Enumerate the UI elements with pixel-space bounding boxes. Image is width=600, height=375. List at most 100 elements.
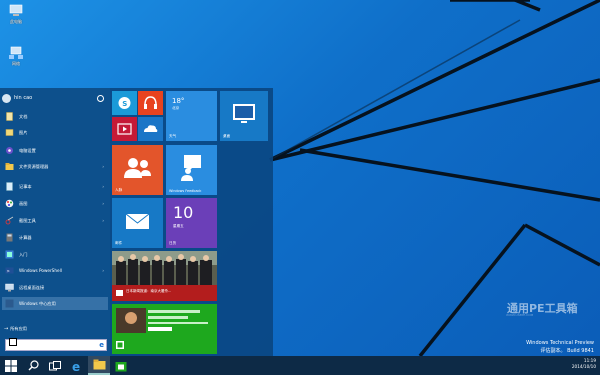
menu-item-file-explorer[interactable]: 文件资源管理器 › — [2, 160, 108, 173]
people-tile[interactable]: 人脉 — [112, 145, 163, 195]
menu-item-label: 记事本 — [19, 183, 32, 189]
search-button[interactable] — [22, 356, 44, 375]
clock-date: 2014/10/10 — [571, 364, 596, 369]
desktop-icon-computer[interactable]: 此电脑 — [2, 4, 30, 24]
cloud-icon — [144, 125, 158, 132]
taskbar: e 11:19 2014/10/10 — [0, 356, 600, 375]
store-taskbar-button[interactable] — [110, 356, 132, 375]
start-menu-left-pane: hin cao 文档 图片 电脑设置 文件资源管理器 › 记事本 › 画图 › … — [0, 88, 110, 356]
documents-icon — [6, 112, 13, 121]
user-name: hin cao — [14, 95, 33, 101]
folder-icon — [93, 359, 105, 370]
weather-temperature: 18° — [172, 97, 185, 105]
tile-label: 人脉 — [115, 188, 123, 192]
remote-desktop-icon — [5, 283, 14, 292]
weather-city: 北京 — [172, 106, 180, 110]
arrow-right-icon: → — [4, 326, 9, 332]
svg-text:>: > — [7, 269, 10, 274]
ie-taskbar-button[interactable]: e — [66, 356, 88, 375]
menu-item-label: 远程桌面连接 — [19, 284, 45, 290]
chevron-right-icon[interactable]: › — [102, 164, 104, 169]
user-account[interactable]: hin cao — [2, 91, 108, 105]
menu-item-remote-desktop[interactable]: 远程桌面连接 — [2, 281, 108, 294]
desktop-icon-network[interactable]: 网络 — [2, 46, 30, 66]
headphones-icon — [144, 96, 157, 109]
snipping-tool-icon — [5, 216, 14, 225]
desktop-tile[interactable]: 桌面 — [220, 91, 268, 141]
tile-label: 桌面 — [223, 134, 231, 138]
all-apps-link[interactable]: → 所有应用 — [4, 326, 27, 332]
tile-label: 日历 — [169, 241, 177, 245]
menu-item-powershell[interactable]: > Windows PowerShell › — [2, 264, 108, 277]
news-headline: 日本新闻报道：南京大屠杀... — [126, 289, 172, 293]
calendar-day: 10 — [173, 203, 194, 222]
menu-item-label: 文件资源管理器 — [19, 163, 49, 169]
store-promo-image — [116, 308, 208, 349]
avatar — [2, 93, 11, 103]
calendar-tile[interactable]: 10 星期五 日历 — [166, 198, 217, 248]
ie-icon[interactable]: e — [99, 341, 104, 349]
svg-text:S: S — [122, 100, 127, 108]
mail-tile[interactable]: 邮件 — [112, 198, 163, 248]
menu-item-label: 电脑设置 — [19, 147, 36, 153]
chevron-right-icon[interactable]: › — [102, 268, 104, 273]
desktop-icon-label: 此电脑 — [10, 19, 22, 24]
search-icon — [28, 360, 39, 371]
menu-item-paint[interactable]: 画图 › — [2, 197, 108, 210]
preview-line-2: 评估副本。 Build 9841 — [540, 348, 594, 354]
store-icon — [115, 361, 127, 371]
mouse-cursor-icon — [9, 338, 17, 346]
music-tile[interactable] — [138, 91, 163, 115]
menu-item-documents[interactable]: 文档 — [2, 110, 108, 123]
app-icon — [5, 299, 14, 308]
tile-label: 邮件 — [115, 241, 123, 245]
menu-item-notepad[interactable]: 记事本 › — [2, 180, 108, 193]
menu-item-getting-started[interactable]: 入门 — [2, 248, 108, 261]
chevron-right-icon[interactable]: › — [102, 218, 104, 223]
windows-feedback-tile[interactable]: Windows Feedback — [166, 145, 217, 195]
settings-icon — [6, 147, 13, 154]
menu-item-label: 入门 — [19, 251, 28, 257]
menu-item-label: 文档 — [19, 113, 28, 119]
windows-logo-icon — [5, 359, 17, 372]
paint-icon — [5, 199, 14, 208]
onedrive-tile[interactable] — [138, 117, 163, 141]
internet-explorer-icon: e — [72, 360, 80, 372]
store-tile[interactable] — [112, 304, 217, 354]
tile-label: 天气 — [169, 134, 177, 138]
svg-text:e: e — [72, 360, 80, 372]
menu-item-label: Windows 中心应用 — [19, 300, 56, 306]
menu-item-snipping-tool[interactable]: 截图工具 › — [2, 214, 108, 227]
menu-item-app[interactable]: Windows 中心应用 — [2, 297, 108, 310]
preview-line-1: Windows Technical Preview — [526, 340, 594, 346]
powershell-icon: > — [5, 267, 14, 274]
pictures-icon — [5, 129, 14, 136]
menu-item-label: 计算器 — [19, 234, 32, 240]
computer-icon — [8, 4, 24, 18]
skype-tile[interactable]: S — [112, 91, 137, 115]
news-tile[interactable]: 日本新闻报道：南京大屠杀... — [112, 251, 217, 301]
network-icon — [8, 46, 24, 60]
chevron-right-icon[interactable]: › — [102, 201, 104, 206]
start-button[interactable] — [0, 356, 22, 375]
menu-item-pictures[interactable]: 图片 — [2, 126, 108, 139]
task-view-button[interactable] — [44, 356, 66, 375]
menu-item-label: 图片 — [19, 129, 28, 135]
menu-item-pc-settings[interactable]: 电脑设置 — [2, 144, 108, 157]
video-tile[interactable] — [112, 117, 137, 141]
file-explorer-icon — [5, 163, 14, 170]
power-icon[interactable] — [97, 94, 104, 102]
desktop-icon-label: 网络 — [12, 61, 20, 66]
weather-tile[interactable]: 18° 北京 天气 — [166, 91, 217, 141]
tile-label: Windows Feedback — [169, 189, 202, 193]
chevron-right-icon[interactable]: › — [102, 184, 104, 189]
start-menu: hin cao 文档 图片 电脑设置 文件资源管理器 › 记事本 › 画图 › … — [0, 88, 273, 356]
menu-item-label: 截图工具 — [19, 217, 36, 223]
menu-item-label: Windows PowerShell — [19, 268, 62, 273]
menu-item-calculator[interactable]: 计算器 — [2, 231, 108, 244]
file-explorer-taskbar-button[interactable] — [88, 356, 110, 375]
skype-icon: S — [118, 97, 131, 109]
video-icon — [117, 123, 132, 135]
system-clock[interactable]: 11:19 2014/10/10 — [572, 358, 596, 370]
search-input[interactable]: e — [5, 338, 107, 351]
